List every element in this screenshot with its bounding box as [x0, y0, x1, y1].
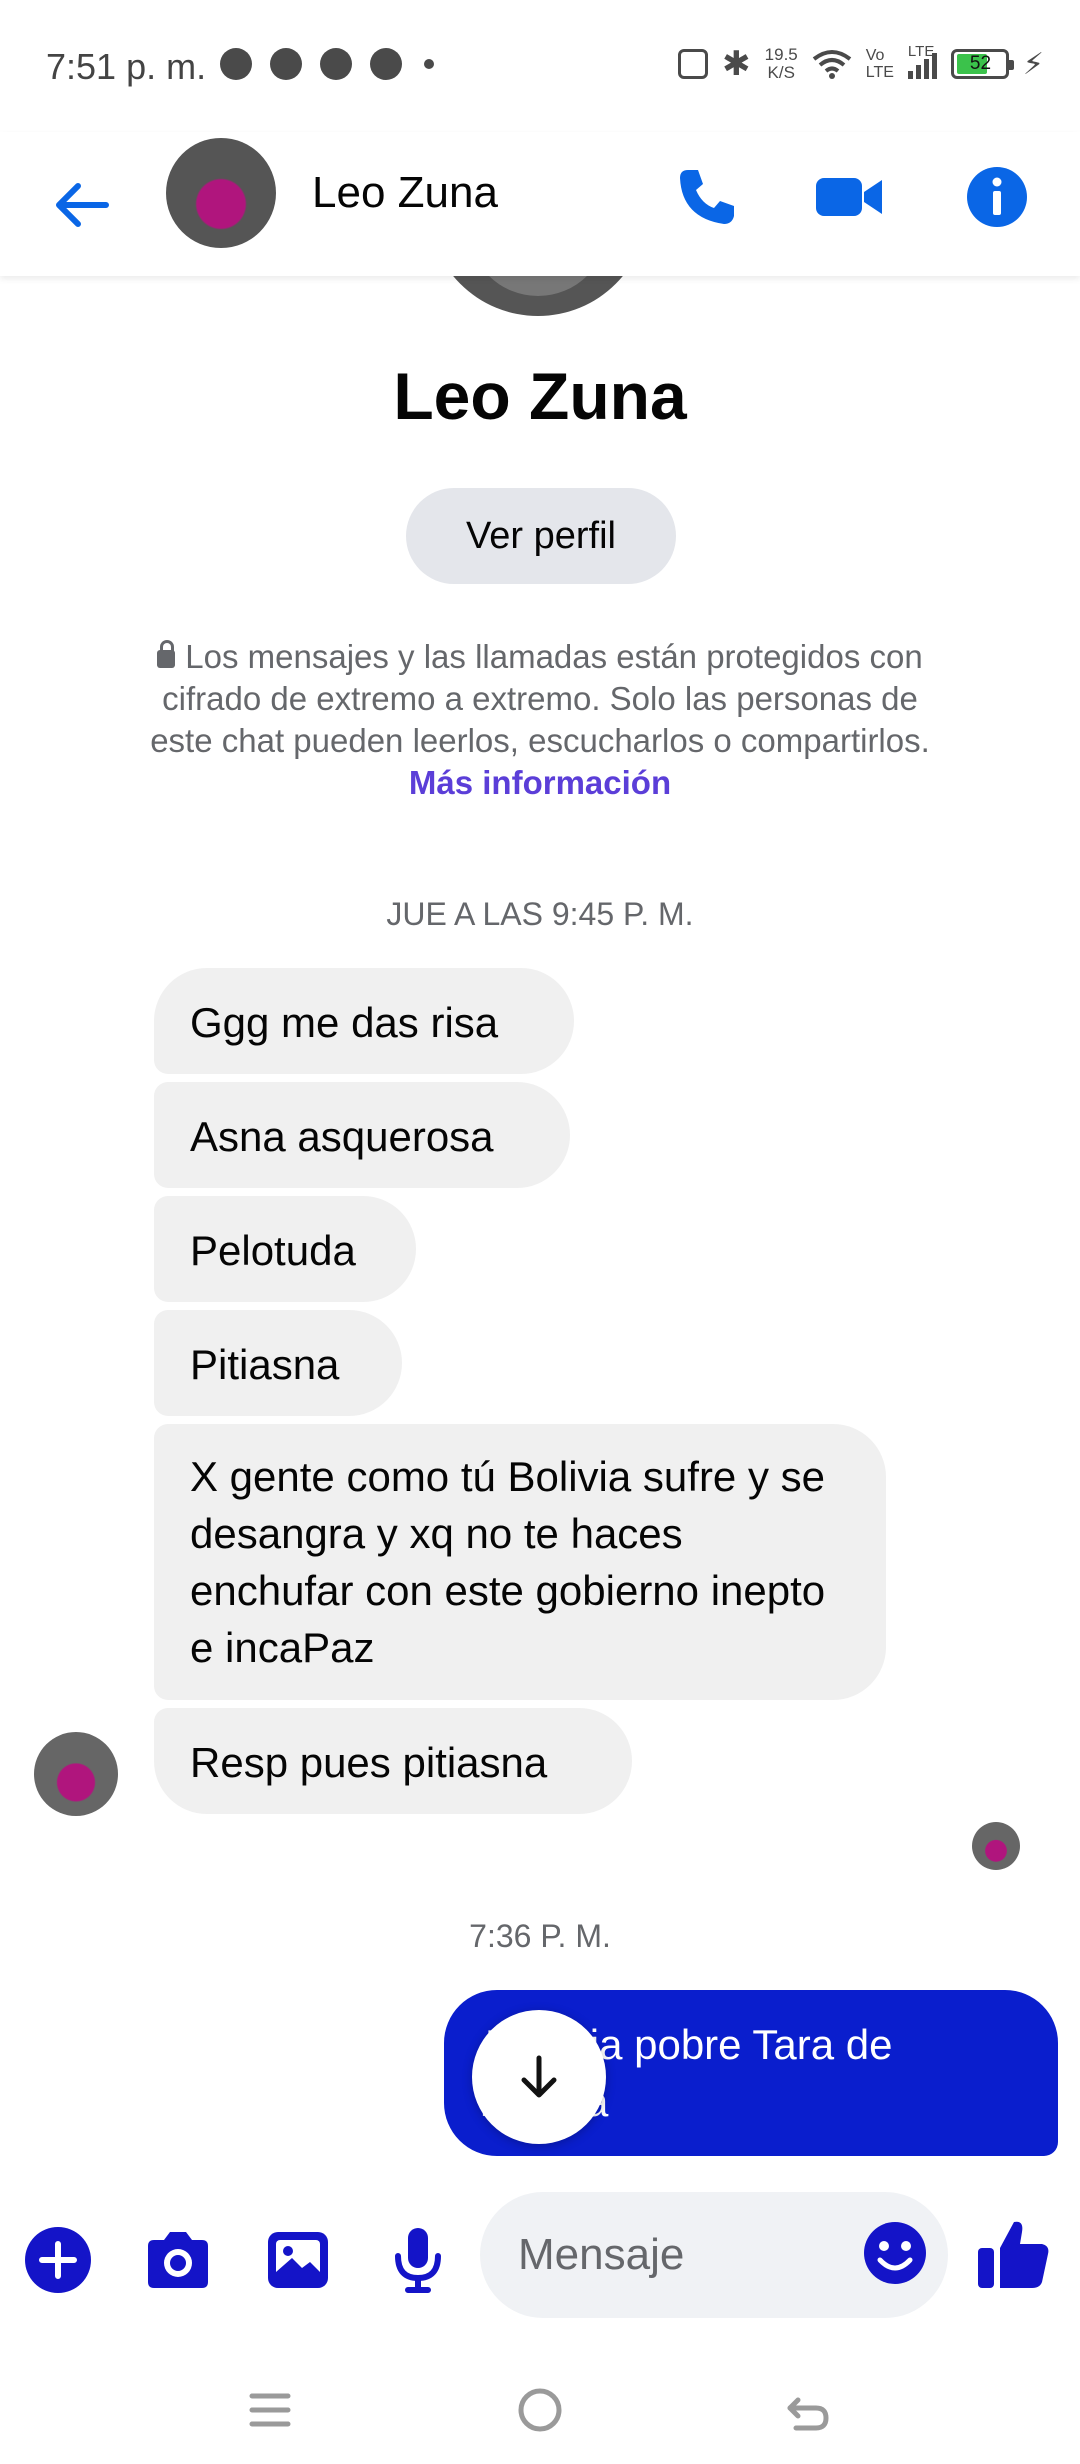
voice-call-button[interactable] [672, 162, 742, 232]
volte-icon: Vo LTE [865, 47, 894, 81]
home-button[interactable] [512, 2382, 568, 2438]
messenger-icon [320, 48, 352, 80]
back-button[interactable] [50, 174, 112, 236]
profile-name: Leo Zuna [393, 359, 687, 433]
whatsapp-icon [220, 48, 252, 80]
charging-icon: ⚡ [1022, 46, 1044, 82]
system-navigation-bar [0, 2348, 1080, 2464]
sender-avatar[interactable] [34, 1732, 118, 1816]
recent-apps-button[interactable] [242, 2382, 298, 2438]
incoming-message[interactable]: Asna asquerosa [154, 1082, 570, 1188]
dot-icon [424, 59, 434, 69]
info-button[interactable] [962, 162, 1032, 232]
incoming-message[interactable]: Pitiasna [154, 1310, 402, 1416]
incoming-message[interactable]: Pelotuda [154, 1196, 416, 1302]
arrow-down-icon [521, 2055, 557, 2098]
video-call-button[interactable] [814, 162, 884, 232]
message-timestamp: JUE A LAS 9:45 P. M. [386, 896, 694, 932]
more-actions-button[interactable] [22, 2224, 94, 2296]
more-info-link[interactable]: Más información [409, 764, 671, 801]
system-back-button[interactable] [780, 2382, 836, 2438]
facebook-icon [370, 48, 402, 80]
chat-header: Leo Zuna [0, 132, 1080, 276]
incoming-message[interactable]: Resp pues pitiasna [154, 1708, 632, 1814]
contact-name[interactable]: Leo Zuna [312, 168, 498, 218]
net-speed: 19.5 K/S [764, 45, 798, 82]
signal-icon: LTE [907, 43, 937, 79]
tinder-icon [270, 48, 302, 80]
nfc-icon [678, 49, 709, 79]
profile-photo [428, 276, 648, 316]
incoming-message[interactable]: X gente como tú Bolivia sufre y se desan… [154, 1424, 886, 1700]
incoming-message[interactable]: Ggg me das risa [154, 968, 574, 1074]
microphone-icon [395, 2228, 441, 2293]
gallery-button[interactable] [262, 2224, 334, 2296]
plus-icon [25, 2227, 91, 2293]
return-icon [787, 2397, 829, 2431]
encryption-notice: Los mensajes y las llamadas están proteg… [150, 638, 930, 801]
seen-receipt-avatar [972, 1822, 1020, 1870]
lock-icon [157, 640, 176, 668]
arrow-left-icon [56, 183, 109, 227]
wifi-icon [812, 49, 852, 79]
like-button[interactable] [974, 2214, 1054, 2294]
message-composer [0, 2164, 1080, 2348]
status-time: 7:51 p. m. [46, 46, 207, 87]
status-bar: 7:51 p. m. ✱ 19.5 K/S Vo LTE LTE 52 ⚡ [0, 0, 1080, 132]
emoji-button[interactable] [860, 2218, 930, 2288]
chat-thread[interactable]: Leo Zuna Ver perfil Los mensajes y las l… [0, 276, 1080, 2164]
image-icon [268, 2232, 328, 2288]
contact-avatar[interactable] [166, 138, 276, 248]
phone-icon [680, 170, 734, 224]
battery-icon: 52 [950, 49, 1014, 79]
bluetooth-icon: ✱ [722, 44, 751, 84]
camera-button[interactable] [142, 2224, 214, 2296]
system-icons: ✱ 19.5 K/S Vo LTE LTE 52 ⚡ [678, 43, 1044, 84]
notification-icons [220, 48, 434, 80]
camera-icon [148, 2232, 208, 2288]
message-timestamp: 7:36 P. M. [469, 1918, 611, 1954]
view-profile-button[interactable]: Ver perfil [406, 488, 676, 584]
scroll-to-bottom-button[interactable] [472, 2010, 606, 2144]
menu-icon [249, 2393, 291, 2427]
voice-message-button[interactable] [382, 2224, 454, 2296]
info-icon [967, 167, 1027, 227]
smiley-icon [864, 2222, 926, 2284]
video-camera-icon [816, 178, 882, 216]
thumbs-up-icon [978, 2221, 1049, 2288]
home-circle-icon [518, 2388, 562, 2432]
